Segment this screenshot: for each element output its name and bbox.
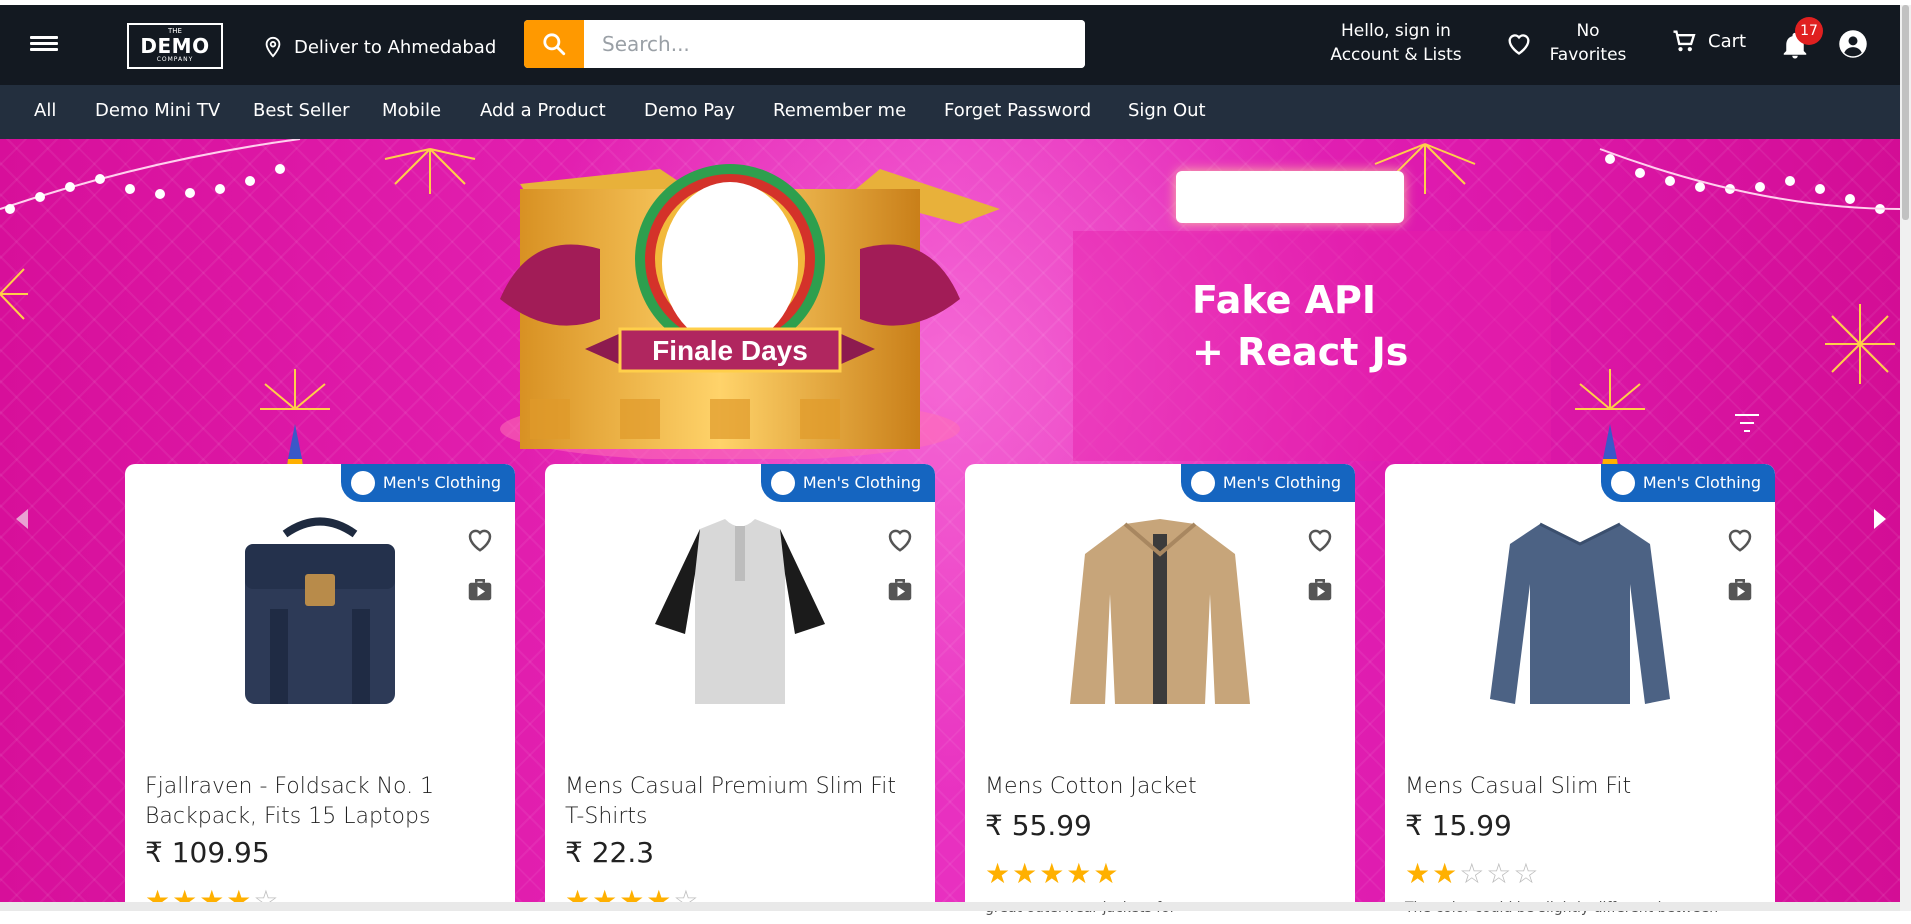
- carousel-next-icon[interactable]: [1870, 504, 1890, 534]
- favorites-label: Favorites: [1549, 45, 1627, 65]
- shop-bag-icon[interactable]: [1725, 574, 1755, 604]
- finale-days-text: Finale Days: [652, 335, 808, 366]
- product-price: ₹ 15.99: [1405, 809, 1512, 842]
- product-card[interactable]: Men's Clothing Mens Cotton Jacket ₹ 55.9…: [965, 464, 1355, 924]
- product-image-tshirt: [655, 519, 825, 704]
- nav-item-all[interactable]: All: [34, 100, 56, 121]
- product-price: ₹ 55.99: [985, 809, 1092, 842]
- category-face-icon: [1610, 471, 1635, 495]
- cart-button[interactable]: Cart: [1670, 27, 1746, 55]
- firework-decoration: [0, 268, 28, 320]
- scrollbar-thumb[interactable]: [1902, 5, 1909, 220]
- account-greeting: Hello, sign in: [1341, 21, 1451, 41]
- lamp-decoration: [1575, 369, 1645, 474]
- vertical-scrollbar[interactable]: [1900, 5, 1911, 911]
- logo[interactable]: THE DEMO COMPANY: [127, 23, 223, 69]
- cart-icon: [1673, 30, 1696, 52]
- favorite-heart-icon[interactable]: [465, 524, 495, 554]
- product-card[interactable]: Men's Clothing Fjallraven - Foldsack No.…: [125, 464, 515, 924]
- nav-item-sign-out[interactable]: Sign Out: [1128, 100, 1206, 121]
- search-button[interactable]: [524, 20, 584, 68]
- nav-item-best-seller[interactable]: Best Seller: [253, 100, 350, 121]
- product-image-backpack: [245, 517, 395, 704]
- product-price: ₹ 22.3: [565, 836, 655, 869]
- product-image-jacket: [1070, 519, 1250, 704]
- product-title[interactable]: Mens Casual Slim Fit: [1405, 772, 1745, 802]
- favorite-heart-icon[interactable]: [885, 524, 915, 554]
- horizontal-scrollbar[interactable]: [0, 902, 1900, 911]
- banner-blank-box: [1176, 171, 1404, 223]
- category-label: Men's Clothing: [382, 473, 501, 492]
- category-face-icon: [350, 471, 375, 495]
- heart-icon: [1508, 34, 1530, 55]
- hamburger-menu-icon[interactable]: [30, 33, 58, 57]
- cart-label: Cart: [1708, 30, 1747, 52]
- product-title[interactable]: Mens Casual Premium Slim Fit T-Shirts: [565, 772, 905, 832]
- category-label: Men's Clothing: [1642, 473, 1761, 492]
- shop-bag-icon[interactable]: [1305, 574, 1335, 604]
- logo-demo: DEMO: [140, 34, 210, 58]
- category-badge: Men's Clothing: [340, 464, 515, 502]
- notification-badge: 17: [1795, 17, 1823, 45]
- nav-item-forget-password[interactable]: Forget Password: [944, 100, 1091, 121]
- account-lists-label: Account & Lists: [1330, 45, 1462, 65]
- category-badge: Men's Clothing: [760, 464, 935, 502]
- deliver-location[interactable]: Deliver to Ahmedabad: [262, 33, 496, 61]
- rating-stars: ★★★★☆: [145, 884, 281, 917]
- nav-item-remember-me[interactable]: Remember me: [773, 100, 906, 121]
- favorite-heart-icon[interactable]: [1725, 524, 1755, 554]
- rating-stars: ★★★★☆: [565, 884, 701, 917]
- firework-decoration: [1825, 304, 1895, 384]
- product-title[interactable]: Mens Cotton Jacket: [985, 772, 1325, 802]
- banner-heading: Fake API + React Js: [1192, 274, 1408, 378]
- banner-heading-line1: Fake API: [1192, 278, 1377, 322]
- category-face-icon: [770, 471, 795, 495]
- product-title[interactable]: Fjallraven - Foldsack No. 1 Backpack, Fi…: [145, 772, 485, 832]
- category-label: Men's Clothing: [1222, 473, 1341, 492]
- favorites-count: No: [1576, 21, 1600, 41]
- carousel-prev-icon[interactable]: [12, 504, 32, 534]
- nav-item-demo-mini-tv[interactable]: Demo Mini TV: [95, 100, 220, 121]
- account-lists[interactable]: Hello, sign in Account & Lists: [1316, 19, 1476, 67]
- category-badge: Men's Clothing: [1180, 464, 1355, 502]
- top-header: THE DEMO COMPANY Deliver to Ahmedabad He…: [0, 5, 1900, 85]
- shop-bag-icon[interactable]: [465, 574, 495, 604]
- banner-heading-line2: + React Js: [1192, 330, 1409, 374]
- product-image-longsleeve: [1490, 522, 1670, 704]
- favorite-heart-icon[interactable]: [1305, 524, 1335, 554]
- rating-stars: ★★☆☆☆: [1405, 857, 1541, 890]
- category-nav: All Demo Mini TV Best Seller Mobile Add …: [0, 85, 1900, 139]
- category-badge: Men's Clothing: [1600, 464, 1775, 502]
- product-price: ₹ 109.95: [145, 836, 270, 869]
- search-input[interactable]: [584, 20, 1085, 68]
- product-card[interactable]: Men's Clothing Mens Casual Slim Fit ₹ 15…: [1385, 464, 1775, 924]
- category-label: Men's Clothing: [802, 473, 921, 492]
- favorites[interactable]: No Favorites: [1505, 19, 1633, 67]
- filter-icon[interactable]: [1733, 412, 1761, 434]
- gift-box-illustration: Finale Days: [500, 164, 1000, 459]
- location-pin-icon: [265, 36, 281, 58]
- lamp-decoration: [260, 369, 330, 474]
- user-avatar-icon[interactable]: [1838, 29, 1868, 59]
- search-bar: [524, 20, 1085, 68]
- location-text: Deliver to Ahmedabad: [294, 36, 497, 58]
- nav-item-add-product[interactable]: Add a Product: [480, 100, 606, 121]
- category-face-icon: [1190, 471, 1215, 495]
- search-icon: [543, 33, 566, 56]
- shop-bag-icon[interactable]: [885, 574, 915, 604]
- rating-stars: ★★★★★: [985, 857, 1121, 890]
- firework-decoration: [384, 148, 476, 194]
- product-card[interactable]: Men's Clothing Mens Casual Premium Slim …: [545, 464, 935, 924]
- nav-item-demo-pay[interactable]: Demo Pay: [644, 100, 735, 121]
- nav-item-mobile[interactable]: Mobile: [382, 100, 441, 121]
